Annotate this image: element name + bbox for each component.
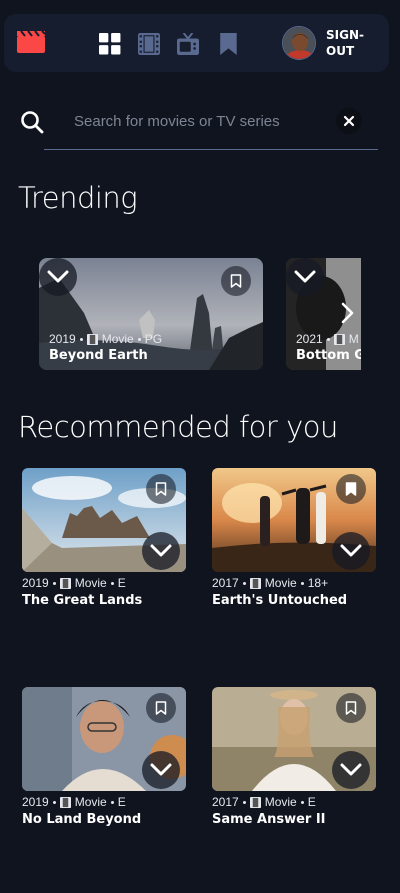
category: Movie [264,795,297,809]
rating: E [307,795,316,809]
year: 2017 [212,576,239,590]
category: Movie [74,576,107,590]
rating: E [117,576,126,590]
bookmark-outline-icon [155,482,167,496]
recommended-card-title: Earth's Untouched [212,593,348,608]
home-grid-icon[interactable] [99,33,121,55]
trending-carousel: 2019 Movie PG Beyond Earth 2021 M Bottom… [39,258,361,370]
chevron-down-icon [47,270,69,283]
clapperboard-icon[interactable] [16,30,46,54]
bookmark-button[interactable] [336,474,366,504]
user-avatar-photo [283,27,315,59]
chevron-down-icon [294,270,316,283]
bookmark-button[interactable] [221,266,251,296]
year: 2021 [296,332,323,346]
separator-dot [110,581,114,585]
separator-dot [242,800,246,804]
search-input[interactable] [64,105,334,137]
expand-details-button[interactable] [286,258,324,296]
separator-dot [326,337,330,341]
category: Movie [264,576,297,590]
recommended-card-title: No Land Beyond [22,812,142,827]
trending-card-meta: 2019 Movie PG [49,332,162,346]
category: M [348,332,359,346]
recommended-card[interactable]: 2017 Movie E Same Answer II [212,687,376,827]
recommended-heading: Recommended for you [18,410,338,444]
category: Movie [101,332,134,346]
chevron-right-icon [341,302,354,324]
recommended-card-title: The Great Lands [22,593,143,608]
avatar[interactable] [282,26,316,60]
rating: E [117,795,126,809]
recommended-card-meta: 2017 Movie 18+ [212,576,376,590]
chevron-down-icon [340,544,362,557]
close-icon [343,115,355,127]
expand-details-button[interactable] [142,532,180,570]
expand-details-button[interactable] [142,751,180,789]
recommended-card[interactable]: 2017 Movie 18+ Earth's Untouched [212,468,376,608]
expand-details-button[interactable] [332,532,370,570]
recommended-card-thumbnail[interactable] [22,468,186,572]
film-category-icon [249,577,261,589]
clear-search-button[interactable] [336,108,362,134]
search-underline [44,149,378,150]
expand-details-button[interactable] [332,751,370,789]
trending-card[interactable]: 2019 Movie PG Beyond Earth [39,258,263,370]
bookmark-button[interactable] [146,474,176,504]
bookmark-outline-icon [230,274,242,288]
recommended-card-title: Same Answer II [212,812,326,827]
separator-dot [110,800,114,804]
bookmark-filled-icon [345,482,357,496]
recommended-card-thumbnail[interactable] [212,468,376,572]
trending-card-meta: 2021 M [296,332,359,346]
film-category-icon [59,577,71,589]
chevron-down-icon [150,544,172,557]
recommended-card[interactable]: 2019 Movie E The Great Lands [22,468,186,608]
film-category-icon [86,333,98,345]
sign-out-button[interactable]: SIGN-OUT [326,27,374,59]
separator-dot [52,800,56,804]
bookmark-button[interactable] [146,693,176,723]
chevron-down-icon [340,763,362,776]
bookmark-button[interactable] [336,693,366,723]
trending-card[interactable]: 2021 M Bottom Ge [286,258,361,370]
category: Movie [74,795,107,809]
carousel-next-button[interactable] [332,298,361,328]
trending-card-title: Bottom Ge [296,348,361,363]
expand-details-button[interactable] [39,258,77,296]
movies-film-icon[interactable] [138,33,160,55]
separator-dot [300,800,304,804]
year: 2019 [22,576,49,590]
bookmark-outline-icon [155,701,167,715]
rating: PG [144,332,163,346]
year: 2019 [22,795,49,809]
trending-heading: Trending [18,181,138,215]
trending-card-title: Beyond Earth [49,348,148,363]
recommended-card[interactable]: 2019 Movie E No Land Beyond [22,687,186,827]
year: 2019 [49,332,76,346]
bookmark-icon[interactable] [218,33,240,55]
recommended-card-thumbnail[interactable] [22,687,186,791]
separator-dot [52,581,56,585]
recommended-card-thumbnail[interactable] [212,687,376,791]
separator-dot [242,581,246,585]
recommended-card-meta: 2017 Movie E [212,795,376,809]
film-category-icon [333,333,345,345]
chevron-down-icon [150,763,172,776]
film-category-icon [59,796,71,808]
separator-dot [137,337,141,341]
rating: 18+ [307,576,329,590]
top-nav-bar: SIGN-OUT [4,14,389,72]
bookmark-outline-icon [345,701,357,715]
tv-series-icon[interactable] [177,33,199,55]
film-category-icon [249,796,261,808]
recommended-card-meta: 2019 Movie E [22,795,186,809]
search-icon [21,111,44,134]
separator-dot [300,581,304,585]
separator-dot [79,337,83,341]
year: 2017 [212,795,239,809]
recommended-card-meta: 2019 Movie E [22,576,186,590]
